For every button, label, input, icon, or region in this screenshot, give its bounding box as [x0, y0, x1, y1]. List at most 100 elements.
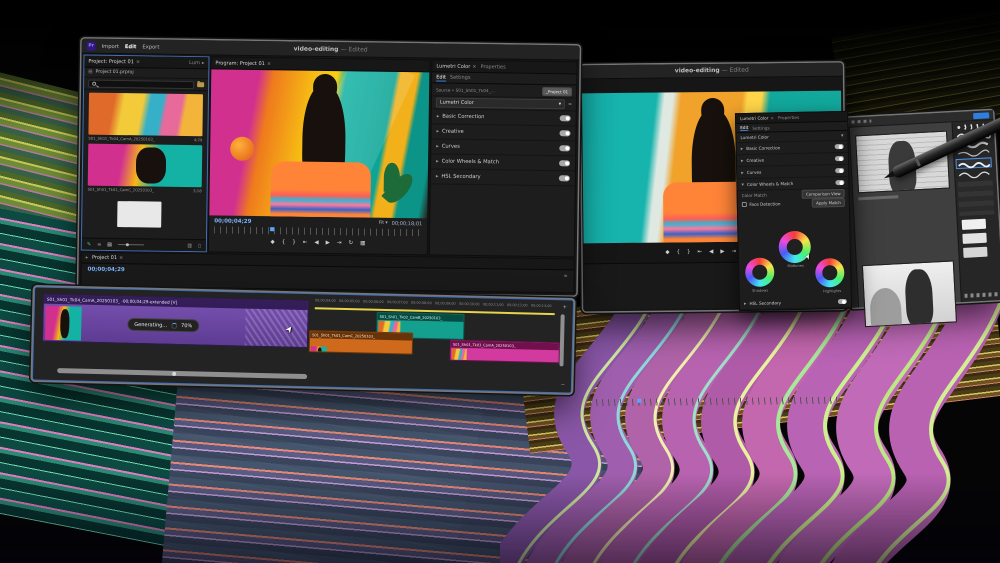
curves-toggle-2[interactable] [835, 168, 844, 173]
new-bin-button[interactable]: ▥ [187, 243, 192, 249]
menu-import[interactable]: Import [102, 43, 119, 49]
go-to-out-button[interactable]: ⇥ [337, 240, 342, 246]
timeline-clip-orange[interactable]: S01_Sh01_Tk01_CamC_20250103_ [309, 330, 414, 355]
close-icon[interactable]: × [770, 115, 774, 120]
color-wheels-area: Midtones Shadows Highlights ➤ [738, 230, 852, 298]
search-input[interactable] [88, 79, 194, 88]
window2-titlebar[interactable]: video-editing — Edited [581, 63, 843, 80]
orange-clip-thumbnail [311, 346, 327, 354]
hsl-secondary-toggle[interactable] [559, 175, 570, 181]
panel-menu-icon[interactable]: ≡ [568, 102, 572, 107]
list-view-icon[interactable]: ≡ [97, 241, 101, 247]
window2-playhead[interactable] [637, 399, 641, 403]
step-back-button[interactable]: ◀ [314, 240, 318, 246]
chevron-right-icon: ▸ [436, 143, 439, 149]
project-clip-thumbnail-2[interactable] [88, 144, 203, 188]
options-panel[interactable] [958, 180, 995, 216]
layer-swatch-1[interactable] [962, 219, 986, 230]
icon-view-icon[interactable]: ▤ [107, 241, 112, 247]
go-to-out-button[interactable]: ⇥ [732, 248, 737, 254]
chevron-down-icon[interactable]: ▾ [841, 132, 844, 138]
mark-out-button[interactable]: } [292, 239, 296, 245]
subtab-edit-2[interactable]: Edit [740, 125, 748, 131]
play-button[interactable]: ▶ [326, 240, 330, 246]
mark-out-button[interactable]: } [687, 249, 691, 255]
new-bin-icon[interactable] [197, 82, 204, 87]
close-icon[interactable]: × [136, 59, 140, 65]
tab-lumetri-color-2[interactable]: Lumetri Color × [740, 115, 774, 121]
tab-program[interactable]: Program: Project 01 × [215, 60, 271, 67]
zoom-out-icon[interactable]: − [561, 382, 565, 388]
chevron-right-icon: ▸ [436, 128, 439, 134]
layer-swatch-2[interactable] [962, 233, 986, 244]
chevron-right-icon: ▸ [741, 170, 744, 176]
wheels-toggle-2[interactable] [835, 180, 844, 185]
tab-sequence[interactable]: Project 01 × [92, 255, 123, 261]
timeline-clip-generating[interactable]: S01_Sh01_Tk04_CamA_20250103_ -00;00;04;2… [42, 294, 309, 348]
basic-correction-toggle-2[interactable] [835, 144, 844, 149]
layer-swatch-3[interactable] [963, 247, 987, 258]
add-marker-button[interactable]: ◆ [665, 249, 669, 255]
face-detection-row: Face Detection Apply Match [738, 198, 849, 209]
tab-lumetri-color[interactable]: Lumetri Color × [436, 63, 476, 70]
mark-in-button[interactable]: { [677, 249, 681, 255]
zoom-slider[interactable] [118, 244, 144, 245]
loop-button[interactable]: ↻ [348, 240, 353, 246]
add-marker-button[interactable]: ◆ [271, 239, 275, 245]
mark-in-button[interactable]: { [282, 239, 286, 245]
color-wheels-toggle[interactable] [559, 160, 570, 166]
horizontal-scrollbar[interactable] [57, 368, 307, 379]
close-icon[interactable]: × [472, 63, 476, 69]
face-detection-checkbox[interactable] [742, 202, 747, 207]
basic-correction-toggle[interactable] [560, 115, 571, 121]
fit-dropdown[interactable]: Fit ▾ [379, 221, 388, 226]
vertical-scrollbar[interactable] [559, 314, 564, 366]
share-button[interactable] [973, 112, 989, 119]
subtab-settings-2[interactable]: Settings [752, 125, 769, 130]
premiere-logo: Pr [87, 42, 96, 51]
go-to-in-button[interactable]: ⇤ [698, 249, 703, 255]
chevron-right-icon[interactable]: ▸ [86, 255, 88, 260]
go-to-in-button[interactable]: ⇤ [303, 240, 308, 246]
subtab-edit[interactable]: Edit [436, 74, 446, 81]
brush-stroke-5[interactable] [957, 169, 994, 179]
program-playhead[interactable] [270, 227, 274, 231]
lumetri-preset-dropdown[interactable]: Lumetri Color▾ [436, 97, 565, 109]
target-project-button[interactable]: _Project 01 [542, 86, 572, 95]
play-button[interactable]: ▶ [720, 248, 724, 254]
tab-project[interactable]: Project: Project 01 × [88, 58, 140, 65]
brush-stroke-selected[interactable] [955, 157, 991, 169]
close-icon[interactable]: × [119, 255, 123, 261]
timeline-clip-pink[interactable]: S01_Sh01_Tk03_CamA_20250103_ [450, 340, 560, 364]
curves-toggle[interactable] [559, 145, 570, 151]
panel-footer-icons[interactable] [965, 292, 999, 298]
hsl-toggle-2[interactable] [838, 299, 847, 304]
menu-export[interactable]: Export [142, 44, 159, 50]
shadows-wheel[interactable] [745, 257, 775, 287]
zoom-in-icon[interactable]: + [563, 304, 567, 310]
trash-icon[interactable]: ▯ [198, 243, 201, 249]
creative-toggle-2[interactable] [835, 156, 844, 161]
grid-view-icon[interactable]: ▤ [88, 70, 92, 75]
timeline-settings-icon[interactable]: ≡ [564, 274, 568, 279]
tab-lumetri-collapsed[interactable]: Lum ▸ [189, 60, 204, 66]
close-icon[interactable]: × [267, 61, 271, 67]
tab-properties-2[interactable]: Properties [778, 115, 799, 120]
project-file-name: Project 01.prproj [96, 70, 134, 76]
step-back-button[interactable]: ◀ [709, 248, 713, 254]
person-torso [270, 161, 371, 219]
toolbar-icons[interactable] [845, 120, 871, 124]
creative-toggle[interactable] [559, 130, 570, 136]
menu-edit[interactable]: Edit [125, 44, 137, 50]
lumetri2-section-hsl[interactable]: ▸ HSL Secondary [740, 296, 851, 310]
project-folder-item[interactable] [117, 201, 161, 228]
highlights-wheel[interactable] [815, 258, 845, 288]
section-hsl-secondary[interactable]: ▸ HSL Secondary [431, 169, 575, 186]
pen-tool-icon[interactable]: ✎ [87, 241, 91, 247]
apply-match-button[interactable]: Apply Match [812, 198, 845, 208]
subtab-settings[interactable]: Settings [450, 75, 471, 81]
project-clip-thumbnail-1[interactable] [88, 93, 203, 137]
export-frame-button[interactable]: ▦ [360, 240, 365, 246]
storyboard-frame-2[interactable] [862, 260, 957, 327]
tab-properties[interactable]: Properties [480, 64, 505, 70]
